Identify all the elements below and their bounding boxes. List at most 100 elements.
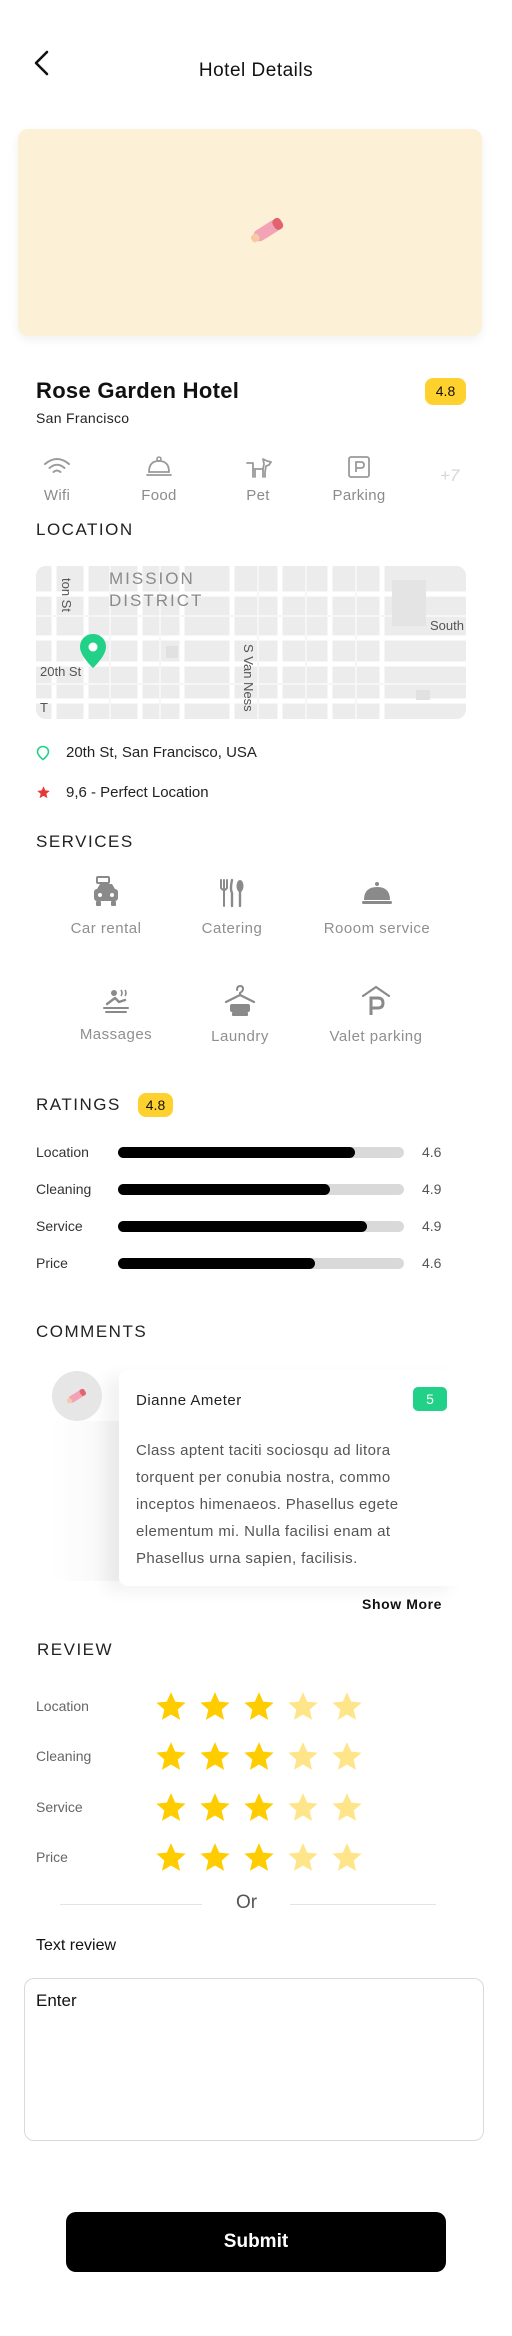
address-text: 20th St, San Francisco, USA [66, 744, 257, 761]
text-review-input[interactable] [24, 1978, 484, 2141]
show-more-link[interactable]: Show More [362, 1596, 442, 1612]
service-label: Laundry [211, 1028, 269, 1045]
amenities-more[interactable]: +7 [440, 466, 459, 486]
amenity-label: Food [141, 487, 177, 504]
service-car-rental[interactable]: Car rental [56, 876, 156, 937]
location-map[interactable]: MISSION DISTRICT ton St 20th St S Van Ne… [36, 566, 466, 719]
rating-label: Service [36, 1218, 83, 1234]
star-icon[interactable] [286, 1791, 320, 1823]
star-icon[interactable] [198, 1841, 232, 1873]
amenity-label: Pet [246, 487, 270, 504]
comment-score-badge: 5 [413, 1387, 447, 1411]
rating-value: 4.6 [422, 1144, 442, 1160]
star-icon[interactable] [286, 1690, 320, 1722]
divider [290, 1904, 436, 1905]
image-placeholder-icon [250, 217, 284, 243]
valet-parking-icon [361, 985, 391, 1015]
page-title: Hotel Details [198, 60, 314, 81]
map-street-label: ton St [59, 578, 74, 612]
star-icon[interactable] [198, 1791, 232, 1823]
star-icon[interactable] [330, 1841, 364, 1873]
map-district-label: MISSION [109, 569, 195, 588]
star-icon[interactable] [242, 1740, 276, 1772]
location-pin-outline-icon [36, 745, 50, 761]
service-label: Rooom service [323, 920, 431, 937]
review-title: REVIEW [37, 1640, 114, 1659]
review-label: Cleaning [36, 1748, 92, 1764]
map-street-label: S Van Ness [241, 644, 256, 712]
star-icon[interactable] [154, 1841, 188, 1873]
amenity-parking[interactable]: Parking [322, 455, 396, 504]
review-label: Price [36, 1849, 68, 1865]
location-title: LOCATION [36, 520, 134, 539]
star-icon[interactable] [330, 1740, 364, 1772]
ratings-title: RATINGS [36, 1095, 121, 1114]
avatar-placeholder-icon [66, 1388, 87, 1404]
rating-value: 4.6 [422, 1255, 442, 1271]
hotel-city: San Francisco [36, 410, 130, 426]
star-icon[interactable] [154, 1690, 188, 1722]
review-label: Location [36, 1698, 89, 1714]
star-icon[interactable] [198, 1690, 232, 1722]
comment-author: Dianne Ameter [136, 1392, 242, 1409]
amenity-pet[interactable]: Pet [221, 455, 295, 504]
service-laundry[interactable]: Laundry [190, 984, 290, 1045]
comment-text: Class aptent taciti sociosqu ad litora t… [136, 1442, 399, 1567]
star-icon[interactable] [198, 1740, 232, 1772]
rating-bar-fill [118, 1184, 330, 1195]
star-icon[interactable] [242, 1791, 276, 1823]
location-score-text: 9,6 - Perfect Location [66, 784, 209, 801]
wifi-icon [44, 458, 70, 473]
text-review-title: Text review [36, 1937, 117, 1954]
comments-title: COMMENTS [36, 1322, 148, 1341]
rating-value: 4.9 [422, 1181, 442, 1197]
rating-label: Cleaning [36, 1181, 92, 1197]
laundry-icon [224, 984, 256, 1016]
map-street-label: 20th St [40, 664, 82, 679]
massage-icon [103, 989, 129, 1013]
food-cloche-icon [146, 456, 172, 476]
star-icon[interactable] [242, 1841, 276, 1873]
service-catering[interactable]: Catering [182, 876, 282, 937]
catering-icon [220, 878, 244, 908]
rating-label: Price [36, 1255, 68, 1271]
amenity-food[interactable]: Food [122, 455, 196, 504]
car-rental-icon [94, 876, 118, 906]
rating-bar-fill [118, 1147, 355, 1158]
amenity-wifi[interactable]: Wifi [20, 455, 94, 504]
hotel-rating-badge: 4.8 [425, 378, 466, 405]
parking-icon [348, 456, 370, 478]
services-title: SERVICES [36, 832, 134, 851]
divider [60, 1904, 202, 1905]
service-label: Catering [201, 920, 263, 937]
rating-bar [118, 1184, 404, 1195]
rating-bar-fill [118, 1258, 315, 1269]
rating-bar [118, 1258, 404, 1269]
ratings-badge: 4.8 [138, 1093, 173, 1117]
star-icon[interactable] [154, 1740, 188, 1772]
star-icon[interactable] [330, 1690, 364, 1722]
map-street-label: T [40, 700, 48, 715]
amenity-label: Wifi [43, 487, 71, 504]
or-separator: Or [236, 1892, 258, 1913]
star-icon[interactable] [286, 1740, 320, 1772]
rating-bar [118, 1221, 404, 1232]
service-label: Massages [79, 1026, 153, 1043]
submit-button[interactable]: Submit [66, 2212, 446, 2272]
rating-bar [118, 1147, 404, 1158]
star-icon[interactable] [154, 1791, 188, 1823]
service-valet-parking[interactable]: Valet parking [316, 984, 436, 1045]
star-icon[interactable] [330, 1791, 364, 1823]
map-pin-icon[interactable] [78, 632, 108, 670]
hotel-name: Rose Garden Hotel [36, 378, 240, 403]
amenity-label: Parking [332, 487, 386, 504]
service-massages[interactable]: Massages [66, 984, 166, 1043]
dog-icon [246, 458, 272, 478]
map-district-label: DISTRICT [109, 591, 204, 610]
service-room-service[interactable]: Rooom service [312, 876, 442, 937]
map-street-label: South [430, 618, 464, 633]
star-icon [37, 786, 50, 799]
star-icon[interactable] [286, 1841, 320, 1873]
star-icon[interactable] [242, 1690, 276, 1722]
rating-label: Location [36, 1144, 89, 1160]
